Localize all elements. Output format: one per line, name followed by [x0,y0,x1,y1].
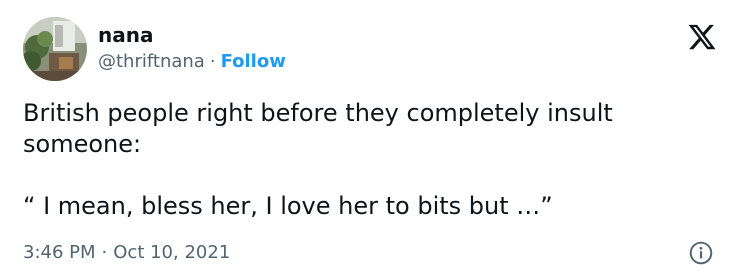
tweet-timestamp[interactable]: 3:46 PM · Oct 10, 2021 [23,242,230,264]
tweet-text: British people right before they complet… [23,98,713,222]
follow-button[interactable]: Follow [221,51,286,72]
info-icon[interactable] [688,240,714,266]
author-handle[interactable]: @thriftnana [98,51,205,72]
tweet-card: nana @thriftnana · Follow British people r… [0,0,740,274]
tweet-text-line2: “ I mean, bless her, I love her to bits … [23,192,553,220]
tweet-text-line1: British people right before they complet… [23,99,621,158]
author-handle-row: @thriftnana · Follow [98,50,286,74]
avatar[interactable] [23,17,87,81]
handle-separator: · [209,51,216,72]
author-display-name[interactable]: nana [98,23,153,47]
timestamp-separator: · [101,242,108,263]
tweet-time: 3:46 PM [23,242,96,263]
tweet-date: Oct 10, 2021 [113,242,231,263]
x-logo-icon[interactable] [687,22,717,52]
avatar-photo-icon [23,17,87,81]
